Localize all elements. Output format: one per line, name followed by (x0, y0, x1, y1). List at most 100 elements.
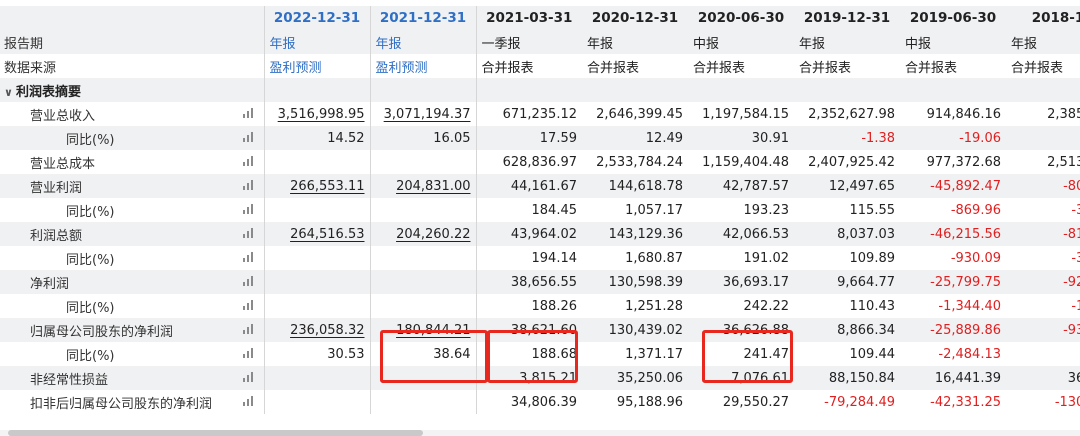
cell-2020-12-31: 1,057.17 (625, 202, 683, 218)
cell-2022-12-31 (263, 150, 370, 174)
cell-2018-1: -80,38 (1006, 174, 1080, 198)
row-chart-cell[interactable] (232, 222, 264, 246)
row-label[interactable]: ∨ 利润表摘要 (0, 78, 232, 102)
bar-chart-icon[interactable] (242, 155, 254, 166)
cell-2020-12-31: 35,250.06 (582, 366, 688, 390)
bar-chart-icon[interactable] (242, 395, 254, 406)
table-row: 净利润 38,656.55 130,598.39 36,693.17 9,664.77-… (0, 270, 1080, 294)
cell-2019-12-31: 合并报表 (799, 60, 852, 76)
bar-chart-icon[interactable] (242, 203, 254, 214)
bar-chart-icon[interactable] (242, 107, 254, 118)
cell-2021-03-31: 17.59 (476, 126, 582, 150)
cell-2022-12-31: 3,516,998.95 (263, 102, 370, 126)
cell-2021-03-31: 188.68 (531, 346, 578, 362)
row-label: 同比(%) (0, 342, 232, 366)
table-row: 同比(%) 14.52 16.05 17.59 12.49 30.91 -1.38 -19.0… (0, 126, 1080, 150)
bar-chart-icon[interactable] (242, 275, 254, 286)
row-label-text: 利润总额 (30, 228, 83, 244)
cell-2018-1 (1006, 78, 1080, 102)
column-header-2021-03-31[interactable]: 2021-03-31 (476, 6, 582, 30)
bar-chart-icon[interactable] (242, 131, 254, 142)
cell-2020-12-31: 130,598.39 (582, 270, 688, 294)
chevron-down-icon[interactable]: ∨ (4, 86, 16, 99)
row-chart-cell[interactable] (232, 366, 264, 390)
row-label-text: 扣非后归属母公司股东的净利润 (30, 396, 213, 412)
bar-chart-icon[interactable] (242, 179, 254, 190)
cell-2021-12-31 (369, 198, 477, 222)
row-label-text: 营业利润 (30, 180, 83, 196)
row-label: 同比(%) (0, 246, 232, 270)
cell-2021-12-31: 盈利预测 (369, 54, 477, 78)
row-label: 利润总额 (0, 222, 232, 246)
cell-2022-12-31: 264,516.53 (263, 222, 370, 246)
row-label-text: 数据来源 (4, 60, 57, 76)
table-row: 营业总成本 628,836.97 2,533,784.24 1,159,404.48 2… (0, 150, 1080, 174)
cell-2018-1: -1,36 (1071, 298, 1080, 314)
bar-chart-icon[interactable] (242, 227, 254, 238)
row-label-text: 同比(%) (66, 252, 115, 268)
cell-2022-12-31 (263, 294, 370, 318)
cell-2020-06-30: 42,066.53 (688, 222, 794, 246)
column-header-2020-12-31[interactable]: 2020-12-31 (582, 6, 688, 30)
cell-2021-12-31 (369, 150, 477, 174)
cell-2018-1: 合并报表 (1011, 60, 1064, 76)
row-label: 同比(%) (0, 294, 232, 318)
row-label: 同比(%) (0, 198, 232, 222)
row-chart-cell[interactable] (232, 198, 264, 222)
column-header-2021-12-31[interactable]: 2021-12-31 (369, 6, 477, 30)
cell-2019-06-30: -19.06 (900, 126, 1006, 150)
cell-2019-12-31: 2,352,627.98 (808, 106, 895, 122)
row-label-text: 同比(%) (66, 132, 115, 148)
cell-2020-12-31: 年报 (582, 30, 688, 54)
row-chart-cell[interactable] (232, 150, 264, 174)
bar-chart-icon[interactable] (242, 347, 254, 358)
row-chart-cell[interactable] (232, 102, 264, 126)
cell-2022-12-31 (263, 246, 370, 270)
cell-2022-12-31 (263, 78, 370, 102)
row-label-text: 同比(%) (66, 204, 115, 220)
cell-2019-06-30: 977,372.68 (926, 154, 1001, 170)
cell-2018-1: -130,86 (1054, 394, 1080, 410)
cell-2020-06-30: 193.23 (743, 202, 790, 218)
row-chart-cell[interactable] (232, 246, 264, 270)
cell-2020-12-31: 1,371.17 (625, 346, 683, 362)
column-header-2018-1[interactable]: 2018-1 (1006, 6, 1080, 30)
cell-2022-12-31 (263, 198, 370, 222)
row-chart-cell[interactable] (232, 126, 264, 150)
row-chart-cell[interactable] (232, 294, 264, 318)
cell-2021-12-31: 年报 (369, 30, 477, 54)
cell-2022-12-31: 年报 (263, 30, 370, 54)
bar-chart-icon[interactable] (242, 299, 254, 310)
bar-chart-icon[interactable] (242, 371, 254, 382)
row-chart-cell (232, 30, 264, 54)
row-chart-cell[interactable] (232, 174, 264, 198)
column-header-2019-06-30[interactable]: 2019-06-30 (900, 6, 1006, 30)
cell-2020-06-30: 42,787.57 (688, 174, 794, 198)
cell-2021-12-31: 204,260.22 (369, 222, 477, 246)
bar-chart-icon[interactable] (242, 251, 254, 262)
cell-2019-06-30: 914,846.16 (926, 106, 1001, 122)
cell-2021-03-31: 3,815.21 (476, 366, 582, 390)
row-chart-cell[interactable] (232, 342, 264, 366)
row-chart-cell (232, 54, 264, 78)
row-chart-cell[interactable] (232, 390, 264, 414)
row-chart-cell[interactable] (232, 270, 264, 294)
scrollbar-thumb[interactable] (8, 430, 423, 436)
column-header-2022-12-31[interactable]: 2022-12-31 (263, 6, 370, 30)
cell-2020-12-31: 130,439.02 (582, 318, 688, 342)
cell-2021-12-31 (369, 294, 477, 318)
horizontal-scrollbar[interactable] (0, 430, 1080, 436)
column-header-2019-12-31[interactable]: 2019-12-31 (794, 6, 900, 30)
cell-2020-12-31: 2,533,784.24 (596, 154, 683, 170)
cell-2020-12-31: 95,188.96 (616, 394, 683, 410)
cell-2019-06-30: -2,484.13 (938, 346, 1001, 362)
row-chart-cell (232, 78, 264, 102)
cell-2021-12-31 (369, 366, 477, 390)
row-chart-cell[interactable] (232, 318, 264, 342)
column-header-2020-06-30[interactable]: 2020-06-30 (688, 6, 794, 30)
bar-chart-icon[interactable] (242, 323, 254, 334)
row-label: 数据来源 (0, 54, 232, 78)
cell-2019-12-31: 88,150.84 (794, 366, 900, 390)
cell-2021-03-31: 194.14 (531, 250, 578, 266)
cell-2021-03-31: 一季报 (476, 30, 582, 54)
